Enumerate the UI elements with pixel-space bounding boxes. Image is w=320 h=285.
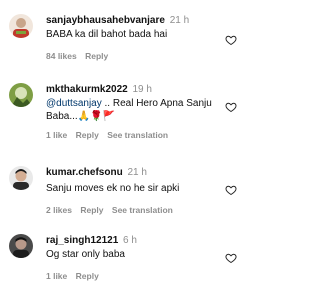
likes-count[interactable]: 1 like [46, 130, 67, 140]
comment-text: BABA ka dil bahot bada hai [46, 29, 168, 40]
avatar[interactable] [9, 234, 33, 258]
comment-time: 6 h [123, 235, 137, 246]
likes-count[interactable]: 84 likes [46, 51, 77, 61]
reply-button[interactable]: Reply [76, 130, 99, 140]
comment-time: 21 h [127, 167, 147, 178]
like-heart-icon[interactable] [225, 101, 237, 113]
mention-link[interactable]: @duttsanjay [46, 98, 102, 109]
comment-text: Og star only baba [46, 249, 125, 260]
comment-text: @duttsanjay .. Real Hero Apna Sanju Baba… [46, 97, 221, 123]
see-translation-button[interactable]: See translation [107, 130, 168, 140]
reply-button[interactable]: Reply [85, 51, 108, 61]
comment-username[interactable]: raj_singh12121 [46, 235, 118, 246]
comment-text: Sanju moves ek no he sir apki [46, 183, 180, 194]
see-translation-button[interactable]: See translation [112, 205, 173, 215]
comment-username[interactable]: mkthakurmk2022 [46, 84, 128, 95]
comment-username[interactable]: kumar.chefsonu [46, 167, 123, 178]
comments-list: sanjaybhausahebvanjare 21 h BABA ka dil … [0, 0, 245, 285]
avatar[interactable] [9, 166, 33, 190]
reply-button[interactable]: Reply [76, 271, 99, 281]
likes-count[interactable]: 1 like [46, 271, 67, 281]
comment-time: 21 h [169, 15, 190, 26]
avatar[interactable] [9, 14, 33, 38]
likes-count[interactable]: 2 likes [46, 205, 72, 215]
like-heart-icon[interactable] [225, 252, 237, 264]
avatar[interactable] [9, 83, 33, 107]
like-heart-icon[interactable] [225, 34, 237, 46]
comment-time: 19 h [132, 84, 152, 95]
comment-username[interactable]: sanjaybhausahebvanjare [46, 15, 165, 26]
reply-button[interactable]: Reply [80, 205, 103, 215]
like-heart-icon[interactable] [225, 184, 237, 196]
